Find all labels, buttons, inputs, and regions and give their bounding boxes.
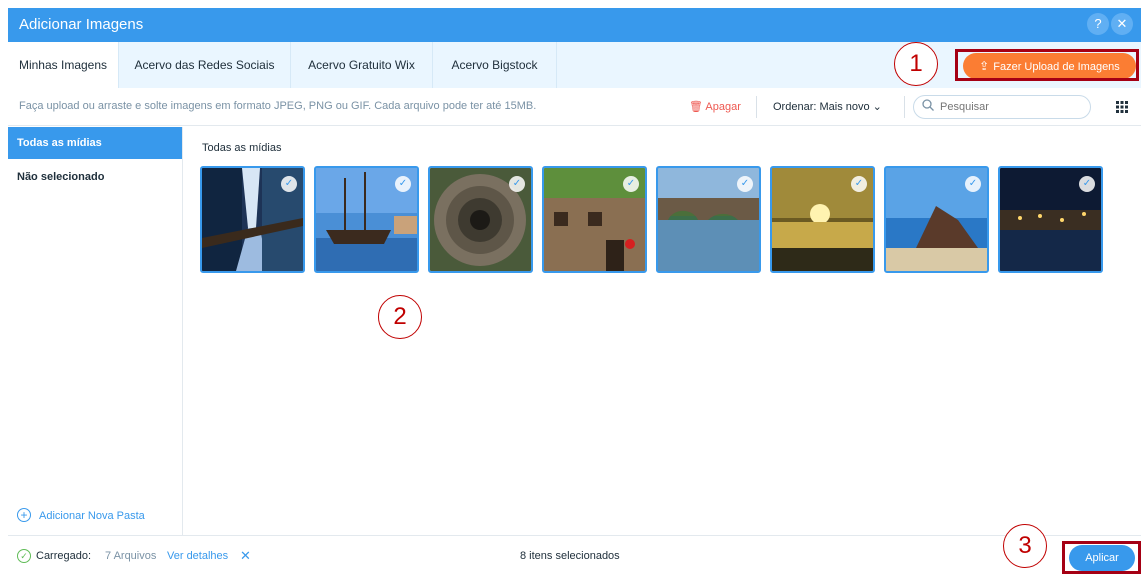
annotation-3: 3 [1003, 524, 1047, 568]
check-circle-icon: ✓ [17, 549, 31, 563]
divider [756, 96, 757, 118]
image-thumbnail[interactable]: ✓ [542, 166, 647, 273]
image-thumbnail[interactable]: ✓ [998, 166, 1103, 273]
search-input[interactable] [913, 95, 1091, 119]
image-thumbnail[interactable]: ✓ [314, 166, 419, 273]
divider [904, 96, 905, 118]
checkmark-icon: ✓ [965, 176, 981, 192]
footer: ✓ Carregado: 7 Arquivos Ver detalhes ✕ 8… [8, 535, 1141, 574]
checkmark-icon: ✓ [737, 176, 753, 192]
plus-circle-icon: + [17, 508, 31, 522]
sidebar-item-unselected[interactable]: Não selecionado [8, 161, 182, 193]
annotation-2: 2 [378, 295, 422, 339]
view-details-link[interactable]: Ver detalhes [167, 550, 228, 562]
highlight-box-apply [1062, 541, 1141, 574]
image-thumbnail[interactable]: ✓ [884, 166, 989, 273]
dismiss-close-icon[interactable]: ✕ [240, 548, 251, 564]
sidebar: Todas as mídias Não selecionado + Adicion… [8, 127, 183, 535]
annotation-1: 1 [894, 42, 938, 86]
add-images-dialog: Adicionar Imagens ? ✕ Minhas Imagens Ace… [0, 0, 1141, 574]
trash-icon: 🗑 [689, 101, 703, 113]
chevron-down-icon: ⌄ [872, 101, 882, 113]
upload-hint: Faça upload ou arraste e solte imagens e… [19, 100, 537, 112]
files-count: 7 Arquivos [105, 550, 157, 562]
tab-my-images[interactable]: Minhas Imagens [8, 42, 119, 88]
checkmark-icon: ✓ [623, 176, 639, 192]
sidebar-item-all-media[interactable]: Todas as mídias [8, 127, 182, 159]
title-bar: Adicionar Imagens ? ✕ [8, 8, 1141, 42]
tab-wix-free[interactable]: Acervo Gratuito Wix [291, 42, 433, 88]
tab-bigstock[interactable]: Acervo Bigstock [433, 42, 557, 88]
delete-button[interactable]: 🗑 Apagar [689, 100, 741, 113]
sort-label: Ordenar: Mais novo [773, 101, 870, 113]
checkmark-icon: ✓ [509, 176, 525, 192]
image-thumbnail[interactable]: ✓ [200, 166, 305, 273]
checkmark-icon: ✓ [1079, 176, 1095, 192]
dialog-title: Adicionar Imagens [19, 16, 144, 33]
selected-count: 8 itens selecionados [520, 550, 620, 562]
grid-view-icon[interactable] [1116, 101, 1128, 113]
checkmark-icon: ✓ [395, 176, 411, 192]
tab-social-media[interactable]: Acervo das Redes Sociais [119, 42, 291, 88]
toolbar: Faça upload ou arraste e solte imagens e… [8, 88, 1141, 126]
search-icon [922, 99, 934, 111]
sort-dropdown[interactable]: Ordenar: Mais novo ⌄ [773, 100, 882, 113]
help-button[interactable]: ? [1087, 13, 1109, 35]
loaded-label: Carregado: [36, 550, 92, 562]
checkmark-icon: ✓ [851, 176, 867, 192]
add-folder-label: Adicionar Nova Pasta [39, 510, 145, 522]
image-thumbnail[interactable]: ✓ [770, 166, 875, 273]
delete-label: Apagar [705, 101, 741, 113]
close-button[interactable]: ✕ [1111, 13, 1133, 35]
checkmark-icon: ✓ [281, 176, 297, 192]
gallery-title: Todas as mídias [202, 142, 282, 154]
highlight-box-upload [955, 49, 1139, 81]
image-thumbnail[interactable]: ✓ [656, 166, 761, 273]
image-thumbnail[interactable]: ✓ [428, 166, 533, 273]
add-folder-button[interactable]: + Adicionar Nova Pasta [17, 508, 145, 522]
